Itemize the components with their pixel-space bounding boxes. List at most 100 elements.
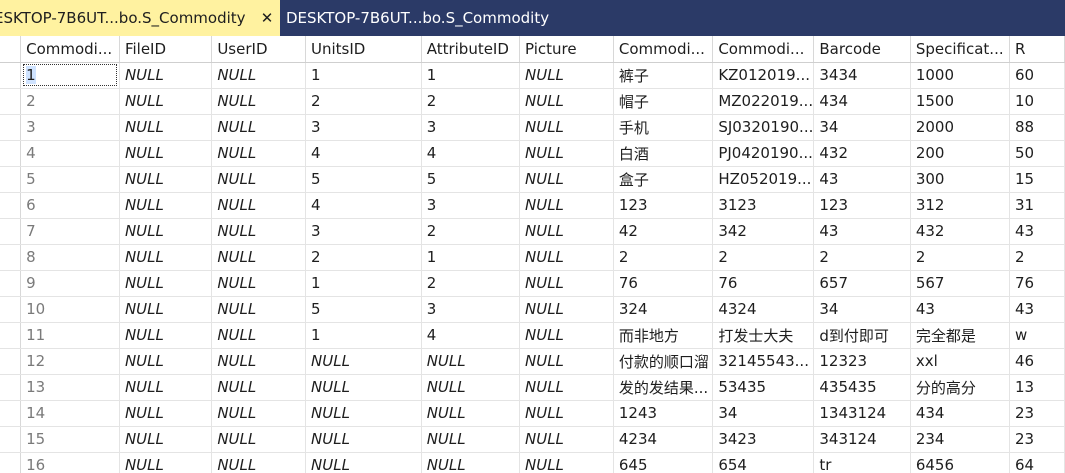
table-row[interactable]: 15 NULL NULL NULL NULL NULL 4234 3423 343124 234 2…: [0, 426, 1065, 453]
table-row[interactable]: 13 NULL NULL NULL NULL NULL 发的发结果... 53435 43543…: [0, 374, 1065, 401]
column-header[interactable]: Barcode: [813, 36, 911, 63]
column-header[interactable]: R: [1009, 36, 1065, 63]
table-cell[interactable]: 76: [613, 270, 714, 297]
table-cell[interactable]: NULL: [519, 322, 614, 349]
table-cell[interactable]: 60: [1009, 62, 1065, 89]
table-cell[interactable]: 2: [305, 88, 422, 115]
column-header[interactable]: UnitsID: [305, 36, 422, 63]
table-cell[interactable]: NULL: [519, 62, 614, 89]
table-cell[interactable]: 10: [20, 296, 120, 323]
table-cell[interactable]: KZ012019...: [712, 62, 815, 89]
table-cell[interactable]: NULL: [519, 140, 614, 167]
table-cell[interactable]: 1: [305, 62, 422, 89]
table-cell[interactable]: 31: [1009, 192, 1065, 219]
table-cell[interactable]: 2: [813, 244, 911, 271]
table-cell[interactable]: 3: [421, 296, 521, 323]
table-row[interactable]: 3 NULL NULL 3 3 NULL 手机 SJ0320190... 34 2000 88: [0, 114, 1065, 141]
row-header[interactable]: [0, 140, 22, 167]
table-cell[interactable]: 10: [1009, 88, 1065, 115]
row-header-corner[interactable]: [0, 36, 22, 63]
table-cell[interactable]: 手机: [613, 114, 714, 141]
table-cell[interactable]: 300: [910, 166, 1010, 193]
table-cell[interactable]: 2: [305, 244, 422, 271]
row-header[interactable]: [0, 166, 22, 193]
table-cell[interactable]: NULL: [119, 244, 213, 271]
table-cell[interactable]: NULL: [211, 62, 307, 89]
column-header[interactable]: UserID: [211, 36, 307, 63]
table-cell[interactable]: NULL: [211, 426, 307, 453]
table-cell[interactable]: 123: [613, 192, 714, 219]
table-cell[interactable]: 帽子: [613, 88, 714, 115]
row-header[interactable]: [0, 322, 22, 349]
row-header[interactable]: [0, 218, 22, 245]
table-cell[interactable]: NULL: [519, 374, 614, 401]
table-row[interactable]: 9 NULL NULL 1 2 NULL 76 76 657 567 76: [0, 270, 1065, 297]
table-cell[interactable]: 完全都是: [910, 322, 1010, 349]
table-cell[interactable]: NULL: [119, 114, 213, 141]
table-cell[interactable]: 23: [1009, 426, 1065, 453]
table-cell[interactable]: 打发士大夫: [712, 322, 815, 349]
table-cell[interactable]: 432: [813, 140, 911, 167]
column-header[interactable]: AttributeID: [421, 36, 521, 63]
table-cell[interactable]: HZ052019...: [712, 166, 815, 193]
table-cell[interactable]: NULL: [211, 114, 307, 141]
table-cell[interactable]: 64: [1009, 452, 1065, 473]
table-cell[interactable]: NULL: [421, 374, 521, 401]
row-header[interactable]: [0, 296, 22, 323]
column-header[interactable]: Commodi...: [613, 36, 714, 63]
table-cell[interactable]: NULL: [519, 192, 614, 219]
table-cell[interactable]: 46: [1009, 348, 1065, 375]
table-cell[interactable]: 2: [20, 88, 120, 115]
table-cell[interactable]: d到付即可: [813, 322, 911, 349]
table-cell[interactable]: NULL: [211, 166, 307, 193]
table-cell[interactable]: PJ0420190...: [712, 140, 815, 167]
table-cell[interactable]: 1343124: [813, 400, 911, 427]
table-row[interactable]: 11 NULL NULL 1 4 NULL 而非地方 打发士大夫 d到付即可 完全都是 w: [0, 322, 1065, 349]
table-cell[interactable]: NULL: [211, 348, 307, 375]
table-cell[interactable]: 12323: [813, 348, 911, 375]
row-header[interactable]: [0, 374, 22, 401]
table-cell[interactable]: 而非地方: [613, 322, 714, 349]
table-cell[interactable]: NULL: [119, 348, 213, 375]
column-header[interactable]: Commodi...: [712, 36, 815, 63]
table-cell[interactable]: 34: [712, 400, 815, 427]
row-header[interactable]: [0, 244, 22, 271]
row-header[interactable]: [0, 452, 22, 473]
table-cell[interactable]: NULL: [519, 270, 614, 297]
table-cell[interactable]: 34: [813, 114, 911, 141]
table-cell[interactable]: 付款的顺口溜: [613, 348, 714, 375]
table-row[interactable]: 14 NULL NULL NULL NULL NULL 1243 34 1343124 434 23: [0, 400, 1065, 427]
table-cell[interactable]: 53435: [712, 374, 815, 401]
column-header[interactable]: Specificat...: [910, 36, 1010, 63]
table-cell[interactable]: NULL: [211, 296, 307, 323]
table-cell[interactable]: 123: [813, 192, 911, 219]
table-cell[interactable]: 432: [910, 218, 1010, 245]
table-cell[interactable]: 5: [421, 166, 521, 193]
table-cell[interactable]: 1: [305, 270, 422, 297]
table-cell[interactable]: 4234: [613, 426, 714, 453]
table-cell[interactable]: 324: [613, 296, 714, 323]
table-cell[interactable]: w: [1009, 322, 1065, 349]
table-cell[interactable]: NULL: [119, 322, 213, 349]
table-cell[interactable]: 11: [20, 322, 120, 349]
table-cell[interactable]: 1000: [910, 62, 1010, 89]
table-cell[interactable]: 盒子: [613, 166, 714, 193]
table-cell[interactable]: 42: [613, 218, 714, 245]
table-cell[interactable]: 13: [1009, 374, 1065, 401]
column-header[interactable]: FileID: [119, 36, 213, 63]
table-row[interactable]: 1 NULL NULL 1 1 NULL 裤子 KZ012019... 3434 1000 60: [0, 62, 1065, 89]
table-cell[interactable]: 5: [305, 296, 422, 323]
close-icon[interactable]: ✕: [258, 0, 276, 36]
table-cell[interactable]: MZ022019...: [712, 88, 815, 115]
column-header[interactable]: Commodi...: [20, 36, 120, 63]
table-cell[interactable]: 43: [910, 296, 1010, 323]
table-cell[interactable]: 分的高分: [910, 374, 1010, 401]
table-cell[interactable]: 发的发结果...: [613, 374, 714, 401]
tab-active-commodity[interactable]: ESKTOP-7B6UT...bo.S_Commodity ✕: [0, 0, 280, 36]
table-cell[interactable]: 4: [20, 140, 120, 167]
table-cell[interactable]: 4: [421, 140, 521, 167]
table-cell[interactable]: NULL: [519, 114, 614, 141]
table-cell[interactable]: 3: [421, 192, 521, 219]
table-cell[interactable]: 312: [910, 192, 1010, 219]
table-cell[interactable]: NULL: [119, 270, 213, 297]
